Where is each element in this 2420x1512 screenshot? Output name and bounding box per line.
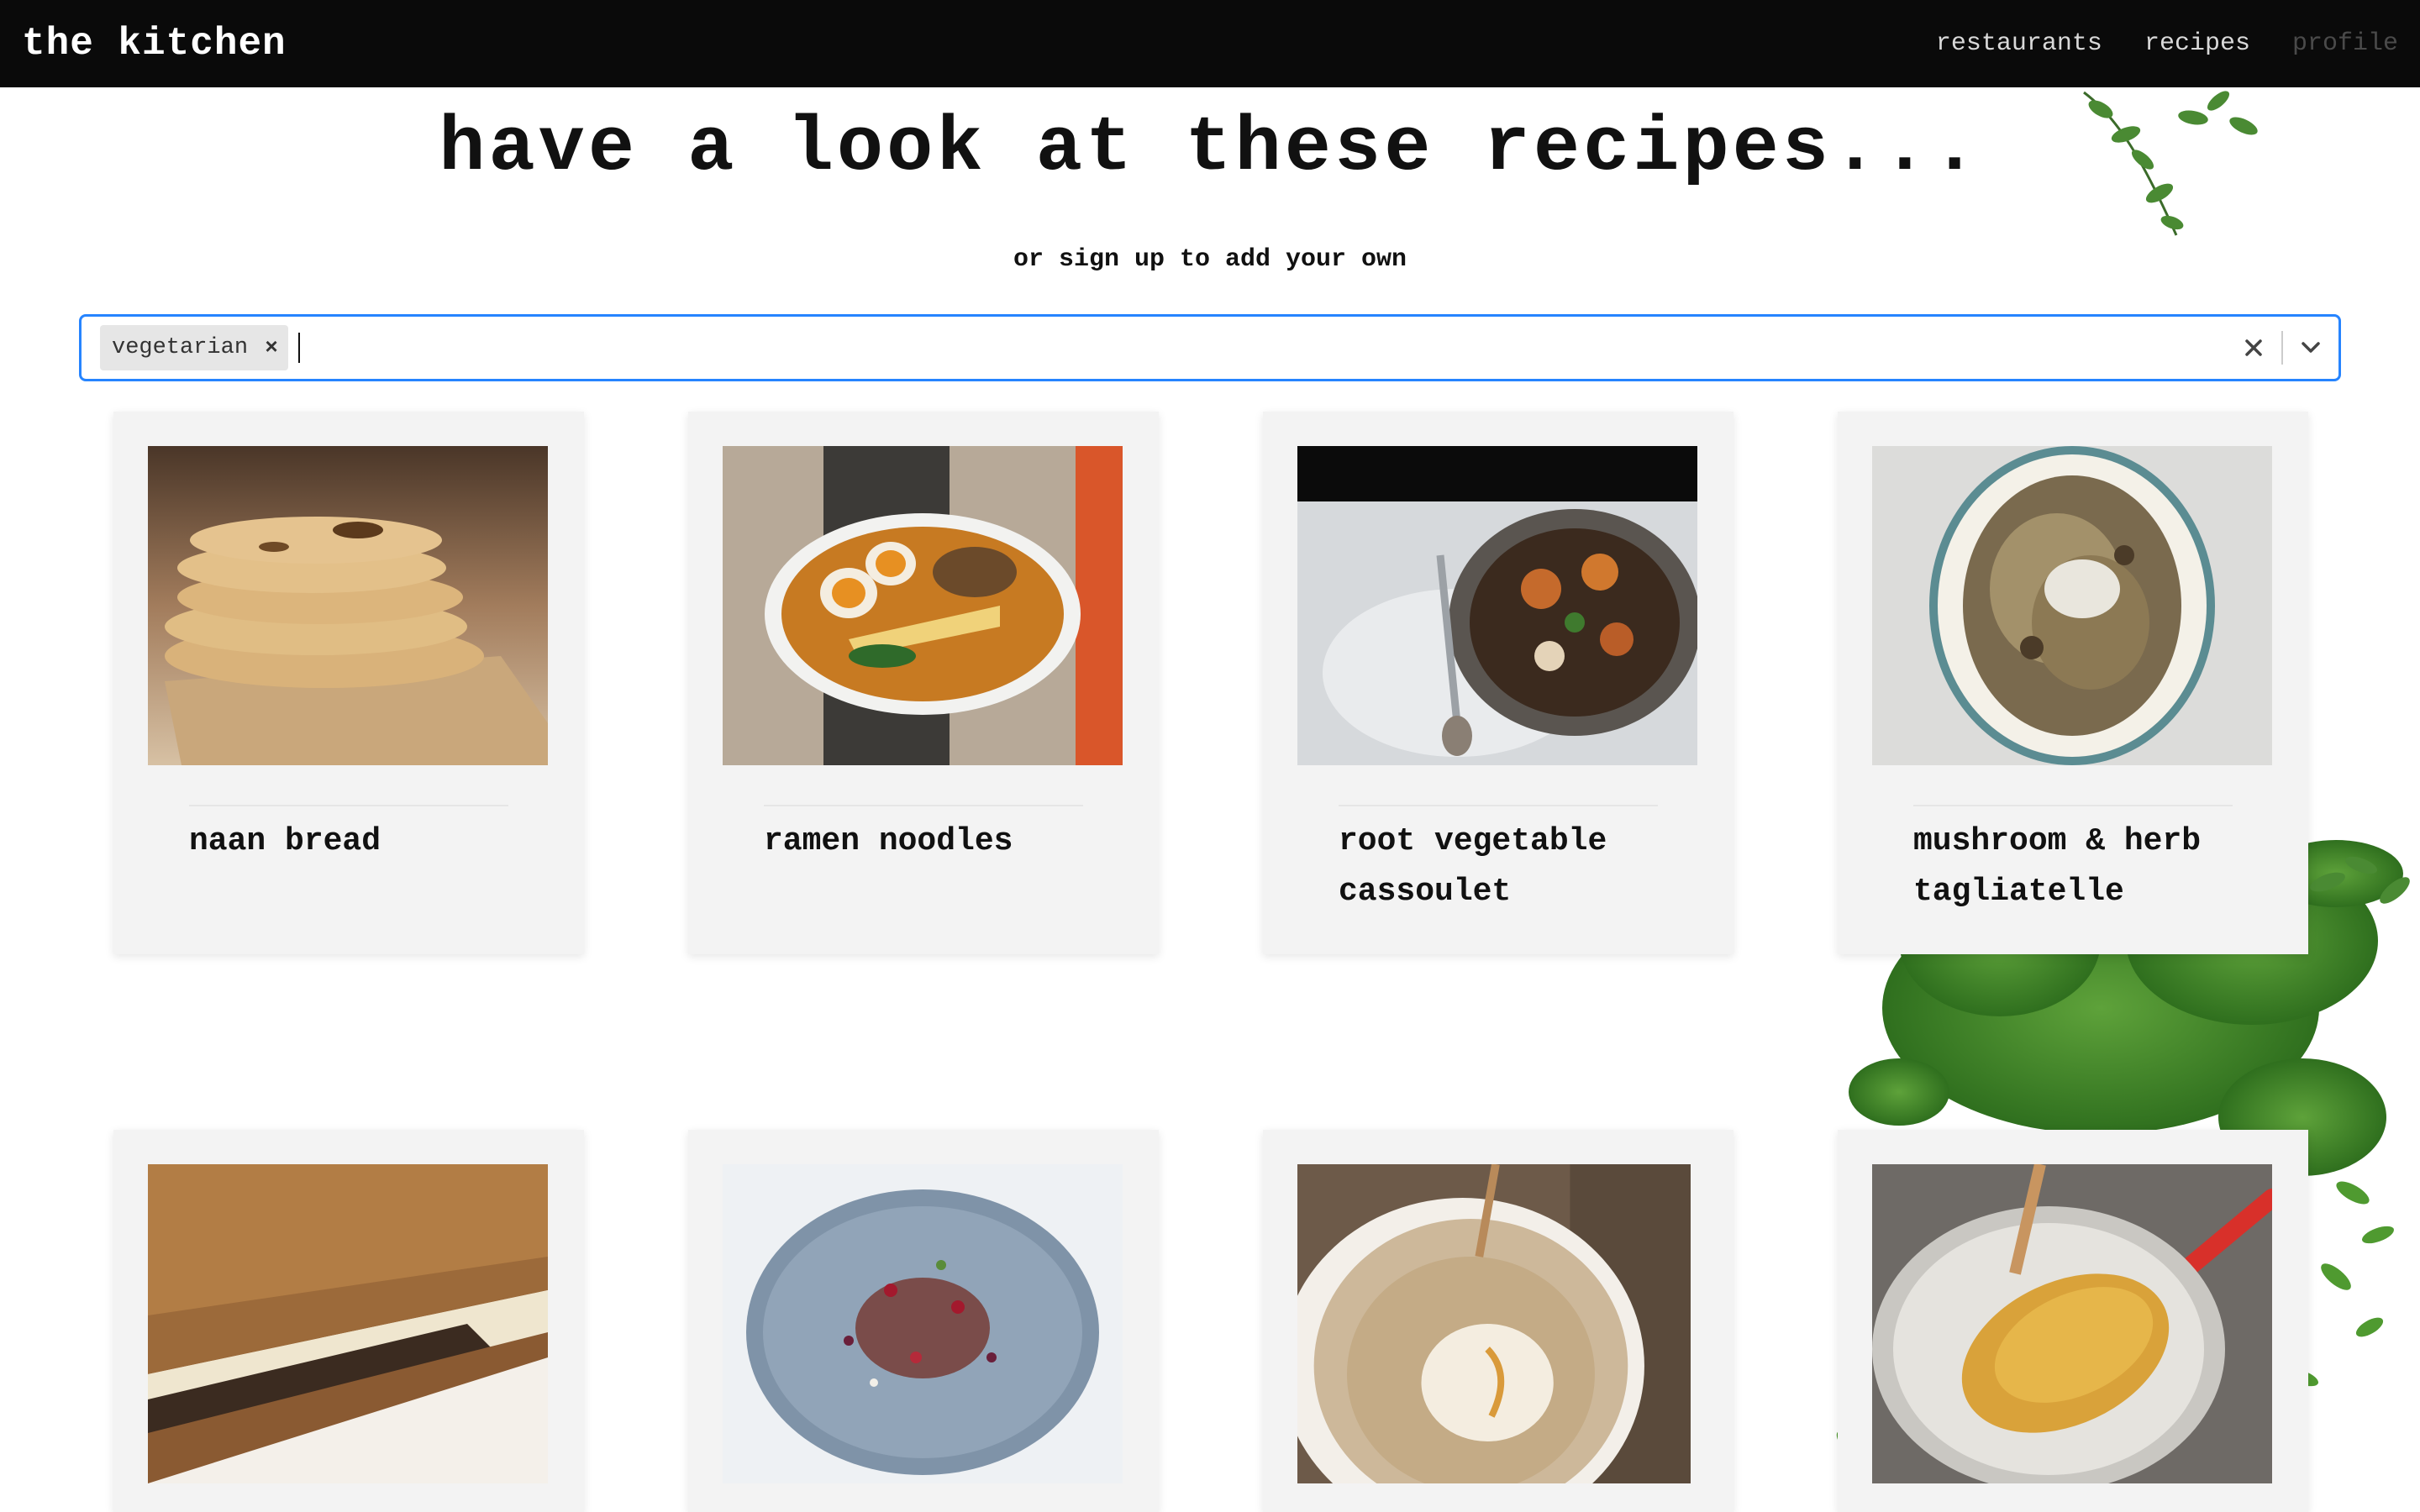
recipe-title[interactable]: mushroom & herb tagliatelle bbox=[1913, 816, 2266, 917]
nav-link-profile[interactable]: profile bbox=[2292, 29, 2398, 58]
recipe-card[interactable] bbox=[1263, 1130, 1733, 1512]
recipe-photo-tagliatelle bbox=[1872, 446, 2272, 765]
nav-link-recipes[interactable]: recipes bbox=[2144, 29, 2250, 58]
recipe-card[interactable] bbox=[688, 1130, 1159, 1512]
card-divider bbox=[189, 805, 508, 806]
card-divider bbox=[1339, 805, 1658, 806]
recipe-card[interactable]: mushroom & herb tagliatelle bbox=[1838, 412, 2308, 954]
nav-links: restaurants recipes profile bbox=[1936, 29, 2398, 58]
tag-filter-select[interactable]: vegetarian × bbox=[79, 314, 2341, 381]
recipe-card[interactable]: root vegetable cassoulet bbox=[1263, 412, 1733, 954]
recipe-card[interactable]: naan bread bbox=[113, 412, 584, 954]
page-title: have a look at these recipes... bbox=[439, 104, 1981, 192]
recipe-photo-ramen bbox=[723, 446, 1123, 765]
clear-tags-button[interactable] bbox=[2226, 317, 2281, 379]
page-subtitle: or sign up to add your own bbox=[1013, 245, 1407, 274]
chevron-down-icon bbox=[2302, 342, 2320, 353]
recipe-photo-naan bbox=[148, 446, 548, 765]
recipe-title[interactable]: root vegetable cassoulet bbox=[1339, 816, 1691, 917]
select-controls bbox=[2226, 317, 2338, 379]
foliage-right-edge bbox=[2310, 856, 2410, 904]
brand-logo[interactable]: the kitchen bbox=[22, 22, 287, 66]
card-divider bbox=[1913, 805, 2233, 806]
top-nav: the kitchen restaurants recipes profile bbox=[0, 0, 2420, 87]
dropdown-toggle-button[interactable] bbox=[2283, 317, 2338, 379]
recipe-photo-toastie bbox=[148, 1164, 548, 1483]
recipe-photo-porridge bbox=[1297, 1164, 1691, 1483]
recipe-title[interactable]: naan bread bbox=[189, 816, 542, 867]
tag-search-input[interactable] bbox=[300, 323, 2226, 373]
card-divider bbox=[764, 805, 1083, 806]
recipe-photo-plated-dish bbox=[723, 1164, 1123, 1483]
close-icon bbox=[2245, 339, 2262, 356]
recipe-title[interactable]: ramen noodles bbox=[764, 816, 1117, 867]
tag-remove-button[interactable]: × bbox=[255, 325, 288, 370]
recipe-photo-omelette bbox=[1872, 1164, 2272, 1483]
recipe-photo-cassoulet bbox=[1297, 446, 1697, 765]
recipe-card[interactable] bbox=[1838, 1130, 2308, 1512]
tag-chip-vegetarian: vegetarian × bbox=[100, 325, 289, 370]
nav-link-restaurants[interactable]: restaurants bbox=[1936, 29, 2102, 58]
recipe-card[interactable]: ramen noodles bbox=[688, 412, 1159, 954]
recipe-card[interactable] bbox=[113, 1130, 584, 1512]
tag-chip-label: vegetarian bbox=[112, 335, 249, 360]
